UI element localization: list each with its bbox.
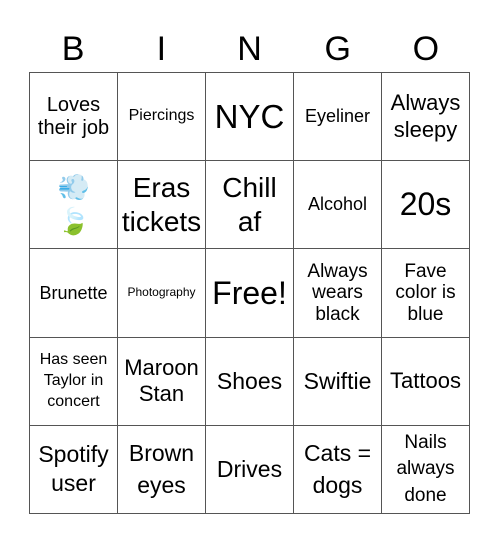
bingo-cell[interactable]: 💨 🍃: [30, 161, 118, 250]
bingo-cell[interactable]: Alcohol: [294, 161, 382, 250]
bingo-cell[interactable]: Fave color is blue: [382, 249, 470, 338]
bingo-cell[interactable]: Always sleepy: [382, 73, 470, 162]
bingo-cell[interactable]: Spotify user: [30, 425, 118, 514]
bingo-cell[interactable]: Cats = dogs: [294, 425, 382, 514]
bingo-cell[interactable]: NYC: [206, 73, 294, 162]
bingo-cell[interactable]: Brown eyes: [118, 425, 206, 514]
bingo-cell[interactable]: Has seen Taylor in concert: [30, 337, 118, 426]
dash-wind-leaf-icon: 💨 🍃: [57, 171, 91, 236]
bingo-cell[interactable]: Eras tickets: [118, 161, 206, 250]
bingo-cell[interactable]: Tattoos: [382, 337, 470, 426]
bingo-cell[interactable]: Shoes: [206, 337, 294, 426]
free-space-cell[interactable]: Free!: [206, 249, 294, 338]
bingo-cell[interactable]: Loves their job: [30, 73, 118, 162]
bingo-cell[interactable]: Piercings: [118, 73, 206, 162]
bingo-card: Loves their job Piercings NYC Eyeliner A…: [29, 72, 470, 514]
header-letter-i: I: [156, 30, 167, 68]
bingo-cell[interactable]: Swiftie: [294, 337, 382, 426]
header-letter-n: N: [237, 30, 262, 68]
bingo-cell[interactable]: 20s: [382, 161, 470, 250]
bingo-cell[interactable]: Eyeliner: [294, 73, 382, 162]
header-letter-g: G: [324, 30, 351, 68]
bingo-header: B I N G O: [29, 26, 470, 72]
bingo-cell[interactable]: Photography: [118, 249, 206, 338]
bingo-cell[interactable]: Always wears black: [294, 249, 382, 338]
bingo-cell[interactable]: Maroon Stan: [118, 337, 206, 426]
bingo-cell[interactable]: Nails always done: [382, 425, 470, 514]
bingo-cell[interactable]: Drives: [206, 425, 294, 514]
bingo-cell[interactable]: Brunette: [30, 249, 118, 338]
header-letter-b: B: [61, 30, 85, 68]
header-letter-o: O: [412, 30, 440, 68]
bingo-cell[interactable]: Chill af: [206, 161, 294, 250]
